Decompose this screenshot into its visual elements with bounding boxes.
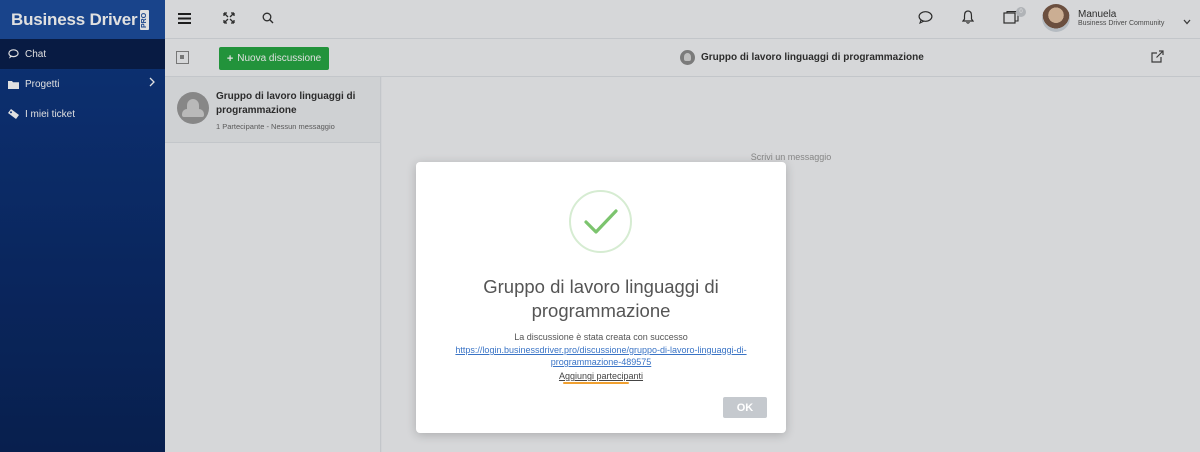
dialog-message: La discussione è stata creata con succes… — [514, 332, 688, 342]
spellcheck-underline — [563, 382, 629, 384]
ok-button[interactable]: OK — [723, 397, 767, 418]
success-icon — [569, 190, 632, 253]
dialog-title: Gruppo di lavoro linguaggi di programmaz… — [483, 276, 719, 321]
success-dialog: Gruppo di lavoro linguaggi di programmaz… — [416, 162, 786, 433]
add-participants-link[interactable]: Aggiungi partecipanti — [436, 371, 766, 381]
discussion-link[interactable]: https://login.businessdriver.pro/discuss… — [436, 344, 766, 368]
